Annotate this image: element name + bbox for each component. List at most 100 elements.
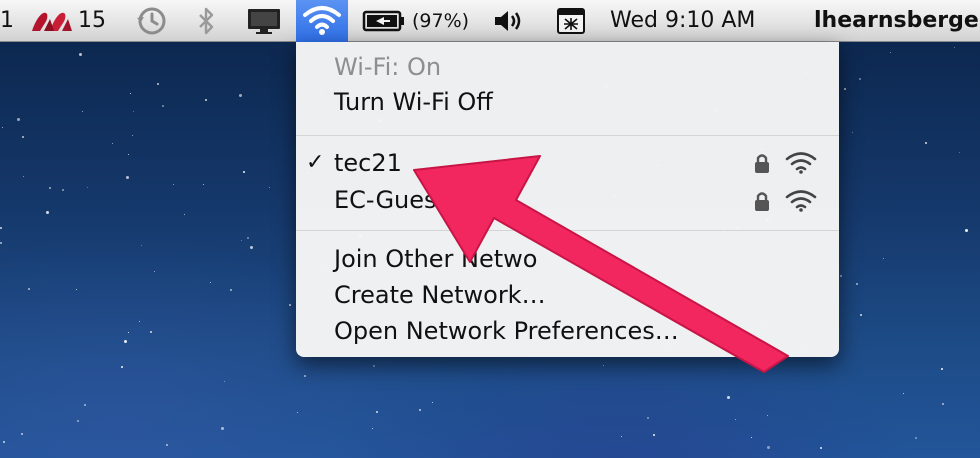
star <box>128 332 129 333</box>
battery-status[interactable]: (97%) <box>362 0 469 42</box>
star <box>141 245 142 246</box>
create-network-item[interactable]: Create Network… <box>334 280 546 310</box>
checkmark-icon: ✓ <box>306 150 325 175</box>
star <box>79 53 82 56</box>
wifi-dropdown-menu: Wi-Fi: On Turn Wi-Fi Off ✓ tec21 EC-Gues <box>296 42 839 357</box>
star <box>2 127 3 128</box>
network-name: EC-Gues <box>334 186 437 214</box>
wifi-status: Wi-Fi: On <box>334 53 442 81</box>
star <box>376 411 378 413</box>
wifi-signal-icon <box>785 190 817 212</box>
star <box>304 375 306 377</box>
badge-count[interactable]: 15 <box>78 0 106 42</box>
star <box>21 433 23 435</box>
star <box>852 132 853 133</box>
star <box>372 428 373 429</box>
star <box>230 289 232 291</box>
star <box>890 52 891 53</box>
wifi-menu-icon-active[interactable] <box>296 0 348 42</box>
open-network-preferences-item[interactable]: Open Network Preferences… <box>334 316 679 346</box>
star <box>221 427 224 430</box>
battery-percent-label: (97%) <box>412 10 470 32</box>
battery-icon <box>362 10 404 32</box>
star <box>62 189 64 191</box>
star <box>621 436 622 437</box>
bluetooth-icon[interactable] <box>196 0 218 42</box>
display-mirroring-icon[interactable] <box>246 0 282 42</box>
star <box>0 227 2 229</box>
turn-wifi-off-item[interactable]: Turn Wi-Fi Off <box>334 87 493 117</box>
star <box>915 437 917 439</box>
star <box>82 111 83 112</box>
wifi-icon <box>303 6 341 35</box>
star <box>735 419 736 420</box>
star <box>959 152 960 153</box>
star <box>166 444 168 446</box>
star <box>87 187 88 188</box>
lock-icon <box>755 154 769 173</box>
star <box>46 211 49 214</box>
time-machine-icon[interactable] <box>134 0 168 42</box>
star <box>767 446 770 449</box>
star <box>133 111 134 112</box>
volume-icon[interactable] <box>492 0 528 42</box>
star <box>139 321 140 322</box>
user-menu[interactable]: lhearnsberge <box>814 0 979 42</box>
space-number[interactable]: 1 <box>0 0 14 42</box>
star <box>859 78 861 80</box>
menu-separator <box>296 230 839 231</box>
menu-separator <box>296 135 839 136</box>
star <box>49 187 51 189</box>
star <box>860 314 862 316</box>
star <box>112 143 113 144</box>
calendar-app-icon[interactable] <box>556 0 586 42</box>
star <box>76 289 77 290</box>
star <box>942 403 944 405</box>
username-label: lhearnsberge <box>814 8 979 33</box>
star <box>603 365 604 366</box>
star <box>856 283 858 285</box>
join-other-network-item[interactable]: Join Other Netwo <box>334 244 537 274</box>
star <box>28 288 30 290</box>
star <box>132 135 133 136</box>
star <box>205 99 207 101</box>
star <box>184 214 185 215</box>
star <box>162 105 164 107</box>
star <box>297 412 298 413</box>
star <box>840 275 842 277</box>
star <box>820 447 822 449</box>
star <box>269 187 270 188</box>
star <box>965 229 968 232</box>
star <box>941 368 943 370</box>
star <box>157 83 159 85</box>
star <box>203 184 204 185</box>
star <box>210 282 211 283</box>
clock-label: Wed 9:10 AM <box>610 8 756 33</box>
star <box>373 365 375 367</box>
star <box>247 237 249 239</box>
star <box>173 184 174 185</box>
star <box>0 242 2 244</box>
clock[interactable]: Wed 9:10 AM <box>610 0 755 42</box>
badge-count-label: 15 <box>78 8 106 33</box>
star <box>126 176 129 179</box>
star <box>767 415 768 416</box>
star <box>154 271 155 272</box>
ruby-slippers-icon[interactable] <box>28 0 76 42</box>
lock-icon <box>755 192 769 211</box>
star <box>243 171 245 173</box>
star <box>22 136 24 138</box>
star <box>239 94 242 97</box>
space-number-label: 1 <box>0 8 14 33</box>
star <box>128 154 129 155</box>
star <box>124 340 127 343</box>
star <box>903 393 904 394</box>
star <box>289 304 291 306</box>
star <box>77 420 79 422</box>
star <box>653 434 655 436</box>
network-name: tec21 <box>334 149 402 177</box>
star <box>925 142 927 144</box>
star <box>844 88 846 90</box>
star <box>241 240 242 241</box>
star <box>3 441 5 443</box>
